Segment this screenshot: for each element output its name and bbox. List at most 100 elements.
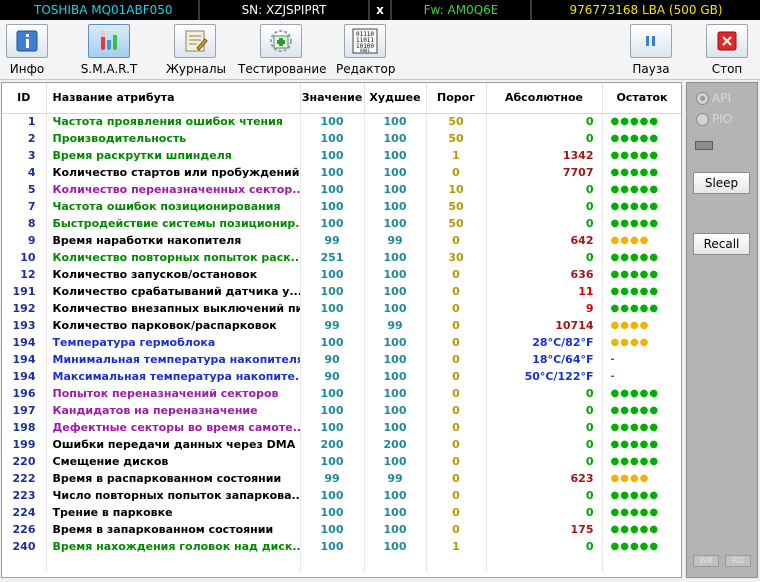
table-row[interactable]: 224 Трение в парковке 100 100 0 0 ●●●●● [2,504,681,521]
editor-label: Редактор [336,62,396,76]
info-button[interactable]: Инфо [4,24,50,78]
table-row[interactable]: 198 Дефектные секторы во время самоте... 1… [2,419,681,436]
editor-button[interactable]: 01110 11011 10100 0001 Редактор [336,24,396,78]
row-value: 90 [300,351,365,368]
table-row[interactable]: 192 Количество внезапных выключений пит..… [2,300,681,317]
table-row[interactable]: 226 Время в запаркованном состоянии 100 100… [2,521,681,538]
column-value[interactable]: Значение [300,83,365,114]
table-row[interactable]: 191 Количество срабатываний датчика у... 1… [2,283,681,300]
row-name: Минимальная температура накопителя [46,351,301,368]
column-raw[interactable]: Абсолютное [486,83,603,114]
close-icon[interactable]: x [370,0,392,20]
row-id: 198 [2,419,47,436]
recall-button[interactable]: Recall [693,233,750,255]
info-label: Инфо [9,62,45,76]
row-worst: 99 [364,470,427,487]
smart-button[interactable]: S.M.A.R.T [80,24,138,78]
row-threshold: 0 [426,487,487,504]
row-threshold: 50 [426,130,487,147]
row-worst: 100 [364,147,427,164]
stop-button[interactable]: Стоп [704,24,750,78]
row-raw: 0 [486,215,603,232]
table-row[interactable]: 223 Число повторных попыток запарковa... 1… [2,487,681,504]
empty-cell [364,555,427,572]
logs-button[interactable]: Журналы [166,24,226,78]
table-row[interactable]: 193 Количество парковок/распарковок 99 99 0 1… [2,317,681,334]
row-value: 99 [300,317,365,334]
table-row[interactable]: 8 Быстродействие системы позиционир... 100… [2,215,681,232]
table-row[interactable]: 199 Ошибки передачи данных через DMA 200 20… [2,436,681,453]
table-row[interactable]: 196 Попыток переназначений секторов 100 100… [2,385,681,402]
row-threshold: 50 [426,198,487,215]
row-id: 191 [2,283,47,300]
row-name: Время раскрутки шпинделя [46,147,301,164]
row-threshold: 30 [426,249,487,266]
row-threshold: 0 [426,436,487,453]
row-name: Трение в парковке [46,504,301,521]
row-remaining: ●●●●● [602,164,681,181]
testing-button[interactable]: Тестирование [238,24,327,78]
row-value: 100 [300,130,365,147]
table-row[interactable]: 7 Частота ошибок позиционирования 100 100 50… [2,198,681,215]
row-id: 193 [2,317,47,334]
api-radio[interactable]: API [696,91,731,105]
pause-button[interactable]: Пауза [628,24,674,78]
table-row[interactable]: 194 Температура гермоблока 100 100 0 28°C/82°… [2,334,681,351]
column-remaining[interactable]: Остаток [602,83,681,114]
row-value: 100 [300,385,365,402]
pause-label: Пауза [632,62,670,76]
row-threshold: 0 [426,164,487,181]
row-value: 100 [300,300,365,317]
column-id[interactable]: ID [2,83,47,114]
row-threshold: 1 [426,147,487,164]
row-worst: 100 [364,521,427,538]
column-name[interactable]: Название атрибута [46,83,301,114]
table-row[interactable]: 222 Время в распаркованном состоянии 99 99 0… [2,470,681,487]
row-value: 90 [300,368,365,385]
row-value: 100 [300,113,365,130]
row-worst: 100 [364,538,427,555]
row-value: 100 [300,215,365,232]
row-name: Смещение дисков [46,453,301,470]
row-threshold: 10 [426,181,487,198]
row-remaining: ●●●●● [602,385,681,402]
table-row[interactable]: 5 Количество переназначенных сектор... 100… [2,181,681,198]
row-name: Время нахождения головок над диск... [46,538,301,555]
table-row[interactable]: 220 Смещение дисков 100 100 0 0 ●●●●● [2,453,681,470]
table-row[interactable]: 10 Количество повторных попыток раск... 25… [2,249,681,266]
row-id: 192 [2,300,47,317]
table-row[interactable]: 3 Время раскрутки шпинделя 100 100 1 1342 ●●●●… [2,147,681,164]
row-raw: 18°C/64°F [486,351,603,368]
pio-radio[interactable]: PIO [696,112,732,126]
row-worst: 99 [364,232,427,249]
row-id: 197 [2,402,47,419]
row-worst: 100 [364,334,427,351]
svg-text:0001: 0001 [360,48,370,53]
empty-cell [2,555,47,572]
table-row[interactable]: 9 Время наработки накопителя 99 99 0 642 ●●●● [2,232,681,249]
table-row[interactable]: 197 Кандидатов на переназначение 100 100 0 0 ●… [2,402,681,419]
column-threshold[interactable]: Порог [426,83,487,114]
table-header: ID Название атрибута Значение Худшее Пор… [2,83,681,114]
table-row[interactable]: 2 Производительность 100 100 50 0 ●●●●● [2,130,681,147]
column-worst[interactable]: Худшее [364,83,427,114]
row-name: Время наработки накопителя [46,232,301,249]
table-row[interactable]: 1 Частота проявления ошибок чтения 100 100 5… [2,113,681,130]
row-value: 100 [300,198,365,215]
row-raw: 0 [486,436,603,453]
sleep-button[interactable]: Sleep [693,172,750,194]
binary-editor-icon: 01110 11011 10100 0001 [344,24,386,58]
table-row[interactable]: 194 Минимальная температура накопителя 90 1… [2,351,681,368]
row-id: 2 [2,130,47,147]
row-name: Частота проявления ошибок чтения [46,113,301,130]
table-row[interactable]: 194 Максимальная температура накопите... 9… [2,368,681,385]
table-row[interactable]: 240 Время нахождения головок над диск... 1… [2,538,681,555]
row-remaining: ●●●● [602,334,681,351]
table-row[interactable]: 12 Количество запусков/остановок 100 100 0 63… [2,266,681,283]
row-name: Дефектные секторы во время самоте... [46,419,301,436]
row-id: 226 [2,521,47,538]
row-remaining: ●●●●● [602,538,681,555]
row-raw: 10714 [486,317,603,334]
table-row[interactable]: 4 Количество стартов или пробуждений 100 10… [2,164,681,181]
smart-table[interactable]: ID Название атрибута Значение Худшее Пор… [1,82,682,578]
